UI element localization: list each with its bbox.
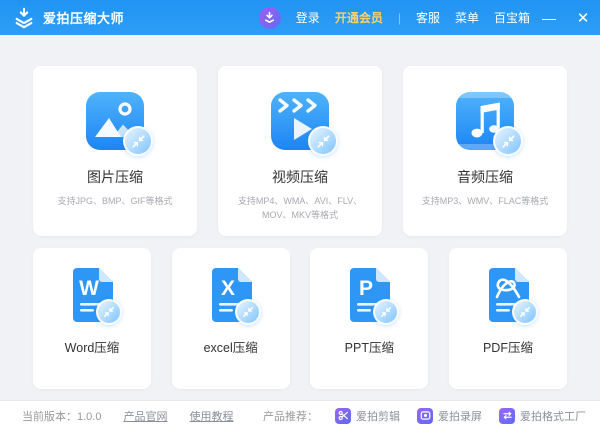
menu-item-menu[interactable]: 菜单 [455,9,479,26]
card-subtitle: 支持MP3、WMV、FLAC等格式 [412,195,559,209]
svg-text:X: X [221,277,235,300]
card-video-compress[interactable]: 视频压缩 支持MP4、WMA、AVI、FLV、MOV、MKV等格式 [218,66,382,236]
card-row-2: W Word压缩 X [33,236,567,389]
compress-badge-icon [493,126,523,156]
compress-badge-icon [123,126,153,156]
recommend-aipai-recorder[interactable]: 爱拍录屏 [417,408,482,424]
main-area: 图片压缩 支持JPG、BMP、GIF等格式 [0,35,600,389]
app-logo-icon [12,6,36,30]
compress-badge-icon [512,299,538,325]
card-ppt-compress[interactable]: P PPT压缩 [310,248,428,389]
recommend-aipai-format-factory[interactable]: 爱拍格式工厂 [499,408,586,424]
compress-badge-icon [308,126,338,156]
convert-arrows-icon [499,408,515,424]
compress-badge-icon [235,299,261,325]
official-site-link[interactable]: 产品官网 [123,408,167,424]
close-button[interactable]: ✕ [568,0,598,35]
card-excel-compress[interactable]: X excel压缩 [172,248,290,389]
svg-text:P: P [359,277,373,300]
screen-record-icon [417,408,433,424]
title-bar: 爱拍压缩大师 登录 开通会员 | 客服 菜单 百宝箱 — ✕ [0,0,600,35]
card-audio-compress[interactable]: 音频压缩 支持MP3、WMV、FLAC等格式 [403,66,567,236]
version-text: 当前版本：1.0.0 [22,408,101,424]
status-bar: 当前版本：1.0.0 产品官网 使用教程 产品推荐： 爱拍剪辑 爱拍录屏 [0,400,600,430]
minimize-button[interactable]: — [534,0,564,35]
vip-button[interactable]: 开通会员 [335,9,383,26]
card-title: PDF压缩 [483,337,533,356]
card-image-compress[interactable]: 图片压缩 支持JPG、BMP、GIF等格式 [33,66,197,236]
compress-badge-icon [96,299,122,325]
card-subtitle: 支持MP4、WMA、AVI、FLV、MOV、MKV等格式 [218,195,382,223]
card-title: 音频压缩 [457,167,513,187]
scissors-icon [335,408,351,424]
tutorial-link[interactable]: 使用教程 [189,408,233,424]
card-title: Word压缩 [65,337,120,356]
card-title: excel压缩 [204,337,258,356]
recommend-aipai-clip[interactable]: 爱拍剪辑 [335,408,400,424]
card-subtitle: 支持JPG、BMP、GIF等格式 [47,195,182,209]
card-pdf-compress[interactable]: PDF压缩 [449,248,567,389]
user-avatar[interactable] [259,7,281,29]
app-title: 爱拍压缩大师 [43,8,124,27]
card-word-compress[interactable]: W Word压缩 [33,248,151,389]
card-title: 视频压缩 [272,167,328,187]
svg-text:W: W [79,277,99,300]
card-row-1: 图片压缩 支持JPG、BMP、GIF等格式 [33,66,567,236]
titlebar-divider: | [398,11,401,25]
menu-item-support[interactable]: 客服 [416,9,440,26]
recommend-label: 产品推荐： [263,408,318,424]
menu-item-toolbox[interactable]: 百宝箱 [494,9,530,26]
compress-badge-icon [373,299,399,325]
card-title: PPT压缩 [345,337,394,356]
login-button[interactable]: 登录 [296,9,320,26]
card-title: 图片压缩 [87,167,143,187]
